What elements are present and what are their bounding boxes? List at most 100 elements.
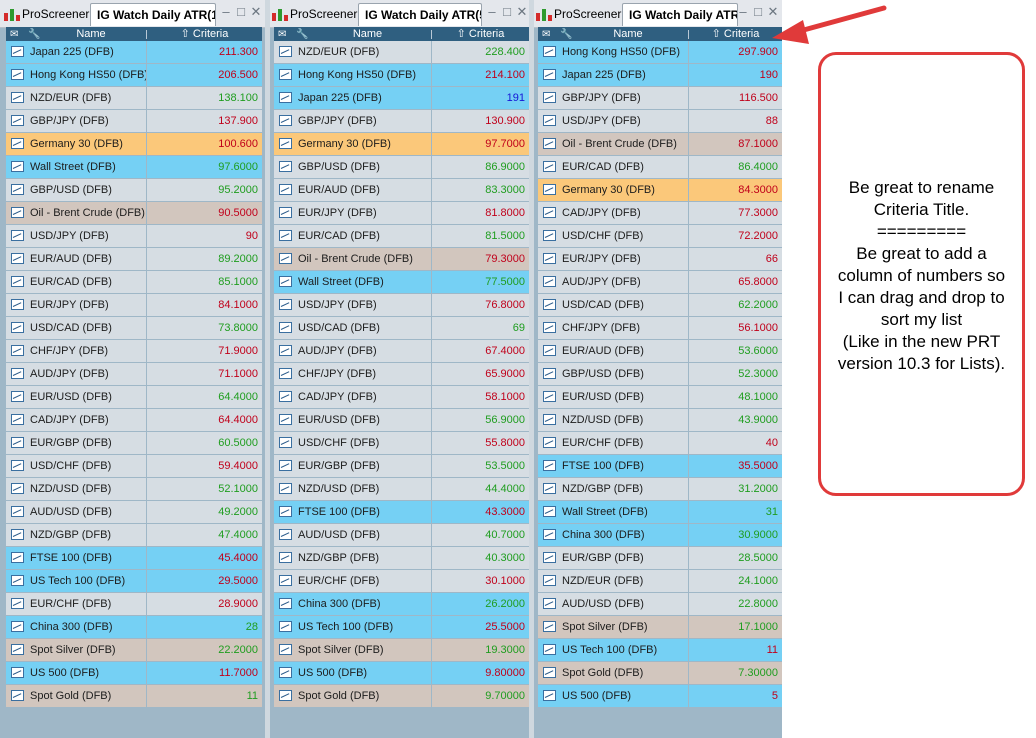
row-name-cell[interactable]: US 500 (DFB) [6, 662, 146, 684]
row-name-cell[interactable]: USD/JPY (DFB) [538, 110, 688, 132]
row-name-cell[interactable]: US Tech 100 (DFB) [538, 639, 688, 661]
screener-tab[interactable]: IG Watch Daily ATR(1 [622, 3, 738, 26]
close-icon[interactable]: ✕ [515, 5, 529, 19]
name-column-header[interactable]: Name [568, 27, 688, 41]
row-name-cell[interactable]: China 300 (DFB) [538, 524, 688, 546]
row-name-cell[interactable]: US Tech 100 (DFB) [274, 616, 431, 638]
maximize-icon[interactable]: □ [500, 5, 514, 19]
table-row[interactable]: EUR/AUD (DFB) 89.2000 [6, 248, 262, 270]
row-name-cell[interactable]: Germany 30 (DFB) [538, 179, 688, 201]
table-row[interactable]: US Tech 100 (DFB) 11 [538, 639, 782, 661]
row-name-cell[interactable]: EUR/AUD (DFB) [538, 340, 688, 362]
table-row[interactable]: EUR/GBP (DFB) 53.5000 [274, 455, 529, 477]
row-name-cell[interactable]: CHF/JPY (DFB) [6, 340, 146, 362]
table-row[interactable]: CHF/JPY (DFB) 56.1000 [538, 317, 782, 339]
row-name-cell[interactable]: EUR/GBP (DFB) [6, 432, 146, 454]
row-name-cell[interactable]: AUD/USD (DFB) [6, 501, 146, 523]
row-name-cell[interactable]: NZD/GBP (DFB) [538, 478, 688, 500]
table-row[interactable]: Germany 30 (DFB) 97.7000 [274, 133, 529, 155]
row-name-cell[interactable]: Oil - Brent Crude (DFB) [538, 133, 688, 155]
maximize-icon[interactable]: □ [751, 5, 765, 19]
table-row[interactable]: EUR/CAD (DFB) 86.4000 [538, 156, 782, 178]
table-row[interactable]: AUD/USD (DFB) 49.2000 [6, 501, 262, 523]
row-name-cell[interactable]: Oil - Brent Crude (DFB) [6, 202, 146, 224]
row-name-cell[interactable]: AUD/JPY (DFB) [274, 340, 431, 362]
table-row[interactable]: GBP/JPY (DFB) 130.900 [274, 110, 529, 132]
close-icon[interactable]: ✕ [766, 5, 780, 19]
table-row[interactable]: US Tech 100 (DFB) 25.5000 [274, 616, 529, 638]
table-row[interactable]: NZD/EUR (DFB) 138.100 [6, 87, 262, 109]
row-name-cell[interactable]: CHF/JPY (DFB) [538, 317, 688, 339]
row-name-cell[interactable]: EUR/USD (DFB) [538, 386, 688, 408]
table-row[interactable]: Spot Gold (DFB) 11 [6, 685, 262, 707]
export-icon[interactable]: ✉ [278, 28, 286, 42]
row-name-cell[interactable]: USD/CHF (DFB) [538, 225, 688, 247]
row-name-cell[interactable]: Wall Street (DFB) [538, 501, 688, 523]
criteria-column-header[interactable]: ⇧ Criteria [689, 27, 782, 41]
row-name-cell[interactable]: EUR/CHF (DFB) [274, 570, 431, 592]
row-name-cell[interactable]: GBP/JPY (DFB) [274, 110, 431, 132]
table-row[interactable]: EUR/USD (DFB) 64.4000 [6, 386, 262, 408]
table-row[interactable]: GBP/USD (DFB) 95.2000 [6, 179, 262, 201]
table-row[interactable]: FTSE 100 (DFB) 45.4000 [6, 547, 262, 569]
table-row[interactable]: USD/JPY (DFB) 76.8000 [274, 294, 529, 316]
panel-splitter[interactable] [529, 0, 534, 738]
row-name-cell[interactable]: GBP/JPY (DFB) [538, 87, 688, 109]
row-name-cell[interactable]: EUR/AUD (DFB) [6, 248, 146, 270]
row-name-cell[interactable]: CAD/JPY (DFB) [6, 409, 146, 431]
table-row[interactable]: NZD/GBP (DFB) 40.3000 [274, 547, 529, 569]
row-name-cell[interactable]: Japan 225 (DFB) [538, 64, 688, 86]
row-name-cell[interactable]: AUD/JPY (DFB) [538, 271, 688, 293]
screener-tab[interactable]: IG Watch Daily ATR(5) [358, 3, 482, 26]
table-row[interactable]: EUR/CAD (DFB) 81.5000 [274, 225, 529, 247]
table-row[interactable]: Oil - Brent Crude (DFB) 90.5000 [6, 202, 262, 224]
table-row[interactable]: USD/CHF (DFB) 55.8000 [274, 432, 529, 454]
row-name-cell[interactable]: AUD/JPY (DFB) [6, 363, 146, 385]
table-row[interactable]: Spot Silver (DFB) 19.3000 [274, 639, 529, 661]
close-icon[interactable]: ✕ [249, 5, 263, 19]
table-row[interactable]: AUD/USD (DFB) 40.7000 [274, 524, 529, 546]
row-name-cell[interactable]: Hong Kong HS50 (DFB) [274, 64, 431, 86]
row-name-cell[interactable]: EUR/CHF (DFB) [538, 432, 688, 454]
table-row[interactable]: AUD/USD (DFB) 22.8000 [538, 593, 782, 615]
row-name-cell[interactable]: GBP/USD (DFB) [6, 179, 146, 201]
table-row[interactable]: NZD/USD (DFB) 52.1000 [6, 478, 262, 500]
table-row[interactable]: AUD/JPY (DFB) 65.8000 [538, 271, 782, 293]
table-row[interactable]: China 300 (DFB) 28 [6, 616, 262, 638]
table-row[interactable]: EUR/GBP (DFB) 28.5000 [538, 547, 782, 569]
row-name-cell[interactable]: NZD/USD (DFB) [538, 409, 688, 431]
table-row[interactable]: Oil - Brent Crude (DFB) 79.3000 [274, 248, 529, 270]
row-name-cell[interactable]: EUR/CHF (DFB) [6, 593, 146, 615]
row-name-cell[interactable]: Oil - Brent Crude (DFB) [274, 248, 431, 270]
table-row[interactable]: FTSE 100 (DFB) 35.5000 [538, 455, 782, 477]
table-row[interactable]: NZD/EUR (DFB) 24.1000 [538, 570, 782, 592]
name-column-header[interactable]: Name [304, 27, 431, 41]
row-name-cell[interactable]: EUR/USD (DFB) [6, 386, 146, 408]
minimize-icon[interactable]: – [485, 5, 499, 19]
table-row[interactable]: Germany 30 (DFB) 84.3000 [538, 179, 782, 201]
table-row[interactable]: USD/CHF (DFB) 59.4000 [6, 455, 262, 477]
row-name-cell[interactable]: Spot Silver (DFB) [538, 616, 688, 638]
table-row[interactable]: NZD/EUR (DFB) 228.400 [274, 41, 529, 63]
row-name-cell[interactable]: EUR/GBP (DFB) [538, 547, 688, 569]
table-row[interactable]: GBP/USD (DFB) 52.3000 [538, 363, 782, 385]
table-row[interactable]: Japan 225 (DFB) 190 [538, 64, 782, 86]
table-row[interactable]: Spot Silver (DFB) 17.1000 [538, 616, 782, 638]
row-name-cell[interactable]: GBP/USD (DFB) [538, 363, 688, 385]
table-row[interactable]: USD/CAD (DFB) 69 [274, 317, 529, 339]
row-name-cell[interactable]: Wall Street (DFB) [6, 156, 146, 178]
row-name-cell[interactable]: Japan 225 (DFB) [6, 41, 146, 63]
table-row[interactable]: US 500 (DFB) 5 [538, 685, 782, 707]
table-row[interactable]: Wall Street (DFB) 77.5000 [274, 271, 529, 293]
table-row[interactable]: China 300 (DFB) 26.2000 [274, 593, 529, 615]
table-row[interactable]: USD/JPY (DFB) 88 [538, 110, 782, 132]
table-row[interactable]: EUR/USD (DFB) 48.1000 [538, 386, 782, 408]
table-row[interactable]: NZD/USD (DFB) 44.4000 [274, 478, 529, 500]
table-row[interactable]: CAD/JPY (DFB) 64.4000 [6, 409, 262, 431]
table-row[interactable]: EUR/USD (DFB) 56.9000 [274, 409, 529, 431]
table-row[interactable]: EUR/CHF (DFB) 40 [538, 432, 782, 454]
table-row[interactable]: GBP/JPY (DFB) 116.500 [538, 87, 782, 109]
minimize-icon[interactable]: – [736, 5, 750, 19]
table-row[interactable]: Wall Street (DFB) 31 [538, 501, 782, 523]
row-name-cell[interactable]: FTSE 100 (DFB) [274, 501, 431, 523]
